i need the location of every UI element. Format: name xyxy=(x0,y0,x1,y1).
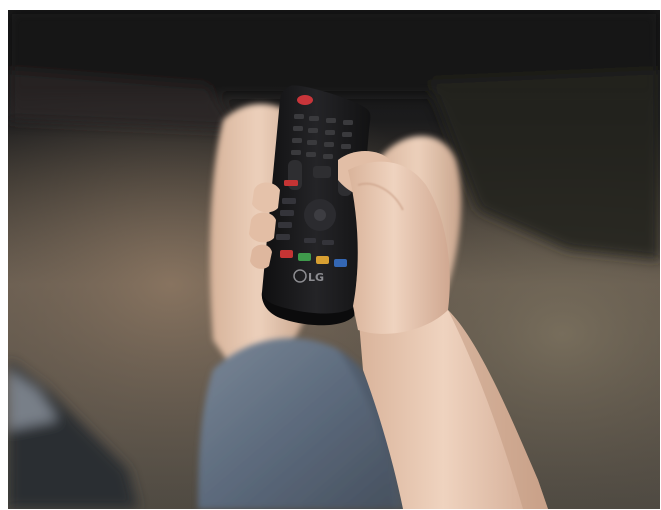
photo: LG xyxy=(8,10,660,509)
red-key xyxy=(284,180,298,186)
power-button xyxy=(297,95,313,105)
brand-text: LG xyxy=(308,271,324,284)
photo-canvas: LG xyxy=(8,10,660,509)
